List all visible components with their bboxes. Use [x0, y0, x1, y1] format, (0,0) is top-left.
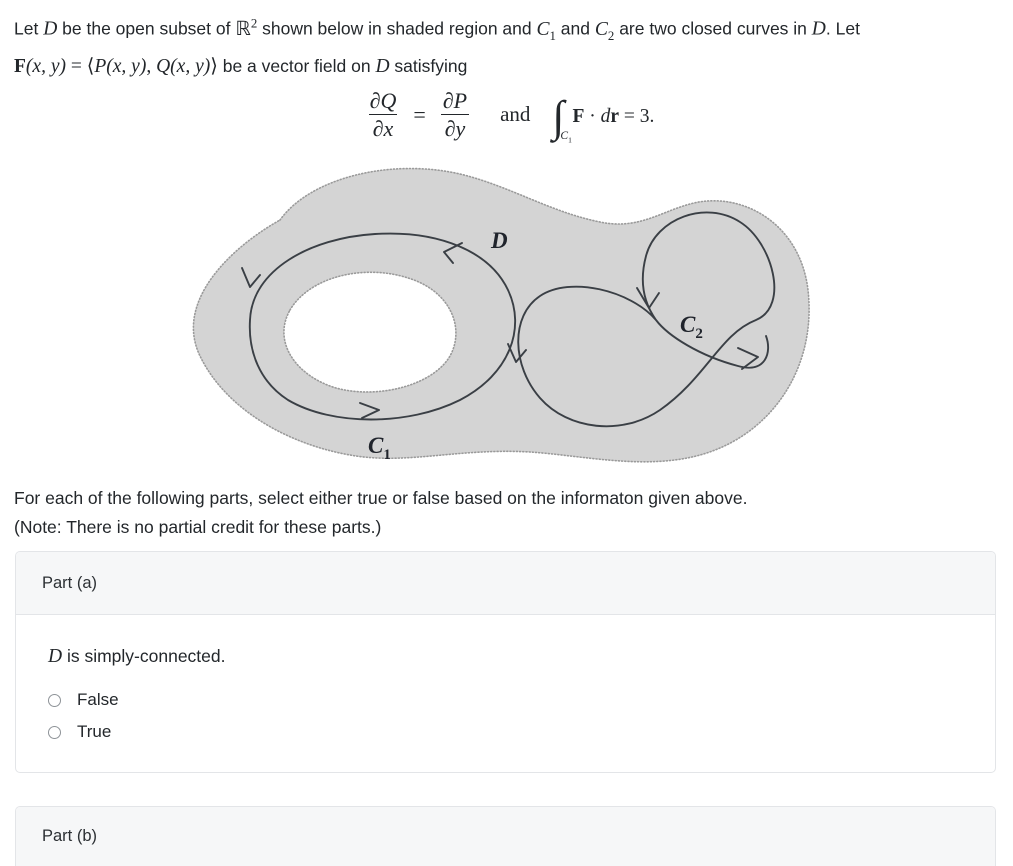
part-a-choice-false[interactable]: False [48, 690, 969, 710]
part-a-choice-true[interactable]: True [48, 722, 969, 742]
instructions-line-2: (Note: There is no partial credit for th… [14, 517, 382, 537]
fraction-denominator: ∂y [440, 113, 470, 141]
integral-value: = 3. [619, 105, 655, 127]
integrand: F · dr = 3. [572, 102, 654, 128]
region-diagram: D C1 C2 [160, 160, 860, 485]
partial-symbol-2: ∂ [372, 115, 384, 141]
variable-P: P [453, 88, 468, 113]
math-C1-letter: C [536, 18, 550, 40]
intro-text-7: be a vector field on [217, 56, 376, 77]
integral-subscript: C1 [560, 129, 572, 144]
integrand-F: F [572, 105, 585, 127]
math-angle-close: ⟩ [210, 56, 218, 78]
part-a-choice-false-label: False [77, 690, 119, 709]
math-D-2: D [811, 18, 826, 40]
intro-text-6: . Let [825, 18, 860, 39]
dot-product-symbol: · [584, 105, 601, 127]
label-D: D [490, 228, 508, 253]
partial-symbol-4: ∂ [444, 115, 456, 141]
math-C1-label: C1 [536, 18, 555, 43]
math-real-numbers: ℝ2 [235, 16, 258, 40]
variable-x: x [383, 115, 394, 141]
fraction-denominator: ∂x [368, 113, 398, 141]
radio-button-true-icon[interactable] [48, 725, 61, 739]
intro-text-4: and [555, 18, 595, 39]
part-a-question: D is simply-connected. [48, 643, 969, 670]
part-a-body: D is simply-connected. False True [16, 615, 995, 774]
part-a-header: Part (a) [16, 552, 995, 615]
part-a-card: Part (a) D is simply-connected. False Tr… [15, 551, 996, 773]
intro-text-3: shown below in shaded region and [257, 18, 537, 39]
math-P: P [94, 56, 107, 78]
math-comma: , [146, 56, 157, 78]
math-F-vector: F [14, 56, 26, 78]
math-D-1: D [43, 18, 58, 40]
math-C2-letter: C [594, 18, 608, 40]
problem-statement: Let D be the open subset of ℝ2 shown bel… [14, 8, 999, 82]
partial-symbol-3: ∂ [442, 88, 454, 113]
partial-symbol-1: ∂ [369, 88, 381, 113]
intro-text-5: are two closed curves in [614, 18, 812, 39]
fraction-numerator: ∂P [439, 89, 471, 114]
intro-text-1: Let [14, 18, 44, 39]
radio-button-false-icon[interactable] [48, 693, 61, 707]
integral-sub-1: 1 [568, 134, 572, 144]
part-b-card: Part (b) [15, 806, 996, 866]
fraction-dQ-dx: ∂Q ∂x [366, 89, 401, 141]
equals-sign: = [413, 101, 426, 127]
diagram-svg: D C1 C2 [192, 167, 810, 463]
math-D-question: D [48, 646, 63, 667]
instructions-line-1: For each of the following parts, select … [14, 488, 748, 508]
instructions: For each of the following parts, select … [14, 484, 999, 542]
part-a-choice-true-label: True [77, 722, 112, 741]
quiz-page: Let D be the open subset of ℝ2 shown bel… [0, 0, 1013, 866]
and-conjunction: and [500, 102, 531, 127]
math-P-args: (x, y) [106, 56, 147, 78]
math-Q: Q [156, 56, 171, 78]
math-D-3: D [375, 56, 390, 78]
intro-text-8: satisfying [389, 56, 468, 77]
integral-sub-C: C [560, 129, 569, 142]
intro-text-2: be the open subset of [57, 18, 236, 39]
part-a-question-text: is simply-connected. [62, 646, 226, 666]
variable-y: y [455, 115, 466, 141]
equation-row: ∂Q ∂x = ∂P ∂y and ∫ C1 F · dr = 3. [359, 89, 654, 143]
variable-Q: Q [380, 88, 397, 113]
integrand-d: d [600, 105, 611, 127]
fraction-dP-dy: ∂P ∂y [439, 89, 471, 141]
math-equals-1: = [65, 56, 87, 78]
part-b-header: Part (b) [16, 807, 995, 866]
math-Q-args: (x, y) [170, 56, 211, 78]
integral-symbol: ∫ C1 [552, 94, 571, 143]
display-equation: ∂Q ∂x = ∂P ∂y and ∫ C1 F · dr = 3. [0, 88, 1013, 143]
math-F-args: (x, y) [25, 56, 66, 78]
integrand-r: r [610, 105, 620, 127]
math-C2-label: C2 [594, 18, 614, 43]
fraction-numerator: ∂Q [366, 89, 401, 114]
